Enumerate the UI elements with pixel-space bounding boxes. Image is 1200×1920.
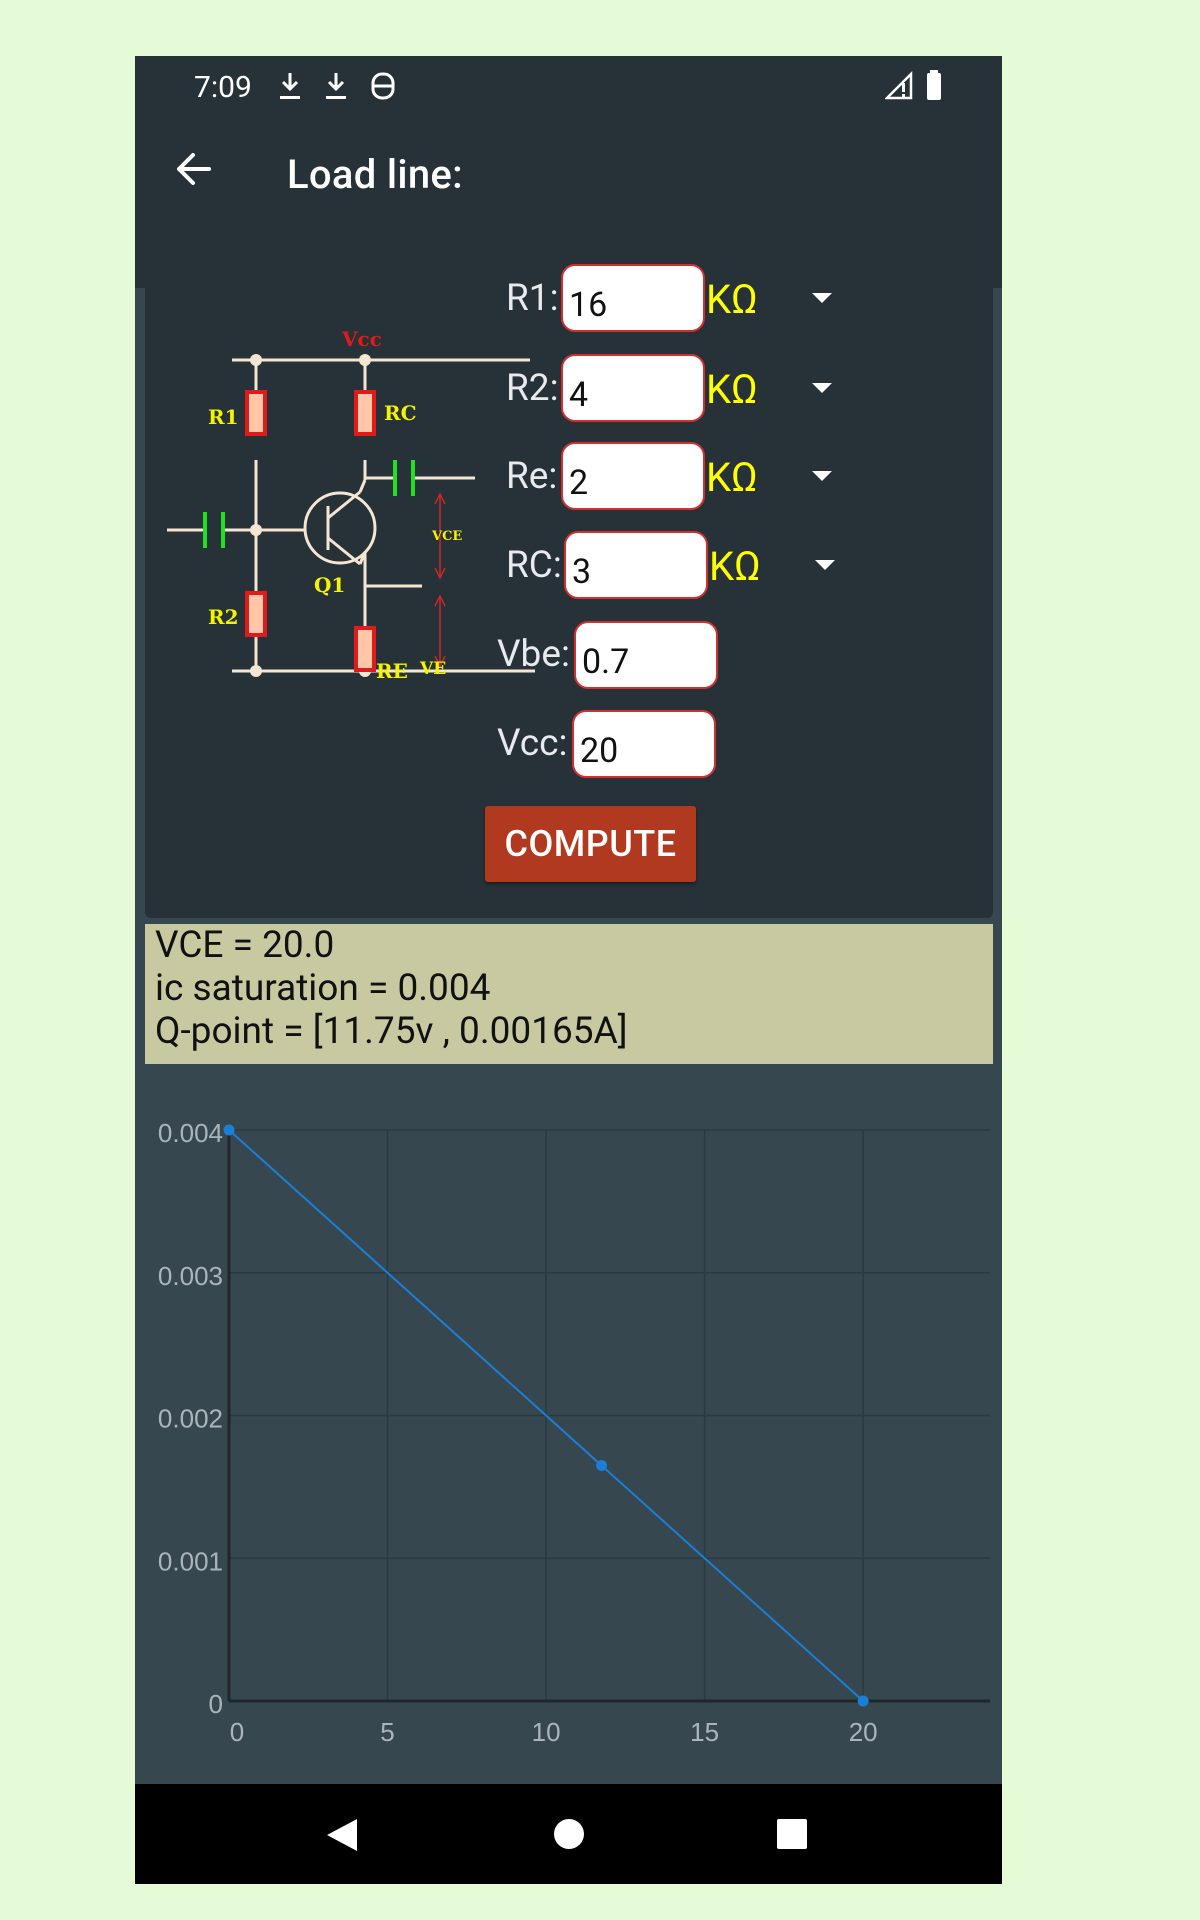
- y-tick-label: 0.003: [158, 1261, 223, 1291]
- r1-label: R1: [208, 405, 239, 429]
- data-point: [223, 1124, 235, 1136]
- data-point: [596, 1459, 608, 1471]
- nav-recents-icon[interactable]: [776, 1818, 808, 1850]
- y-tick-label: 0.001: [158, 1546, 223, 1576]
- x-tick-label: 5: [380, 1717, 394, 1747]
- y-tick-label: 0.002: [158, 1404, 223, 1434]
- r1-input[interactable]: [561, 264, 705, 332]
- input-panel: Vcc R1 R2 RC RE Q1 VCE VE R1: KΩ R2: KΩ …: [145, 243, 993, 918]
- result-vce: VCE = 20.0: [155, 924, 335, 967]
- vbe-label-text: Vbe:: [497, 633, 570, 676]
- rc-resistor: [354, 390, 376, 436]
- r2-resistor: [245, 591, 267, 637]
- result-ic-saturation: ic saturation = 0.004: [155, 967, 491, 1010]
- r1-resistor: [245, 390, 267, 436]
- re-unit-dropdown-icon[interactable]: [812, 471, 832, 481]
- phone-screen: 7:09 Load line: Vcc R1 R2 RC RE Q1 VCE V…: [135, 56, 1002, 1884]
- vce-label: VCE: [431, 529, 462, 544]
- circuit-diagram: Vcc R1 R2 RC RE Q1 VCE VE: [167, 327, 535, 683]
- re-label: RE: [376, 659, 408, 683]
- nav-back-icon[interactable]: [325, 1817, 359, 1853]
- r1-label-text: R1:: [506, 277, 559, 320]
- q1-label: Q1: [314, 573, 345, 597]
- y-tick-label: 0.004: [158, 1118, 223, 1148]
- x-tick-label: 15: [690, 1717, 719, 1747]
- x-tick-label: 10: [532, 1717, 561, 1747]
- signal-icon: [885, 70, 913, 100]
- status-bar: 7:09: [135, 56, 1002, 118]
- data-point: [857, 1695, 869, 1707]
- y-tick-label: 0: [209, 1689, 223, 1719]
- vbe-input[interactable]: [574, 621, 718, 689]
- result-q-point: Q-point = [11.75v , 0.00165A]: [155, 1010, 628, 1053]
- r1-unit: KΩ: [706, 276, 758, 323]
- re-resistor: [354, 626, 376, 672]
- rc-label: RC: [384, 401, 417, 425]
- r2-input[interactable]: [561, 354, 705, 422]
- rc-input[interactable]: [564, 531, 708, 599]
- re-unit: KΩ: [706, 454, 758, 501]
- rc-unit: KΩ: [709, 543, 761, 590]
- vcc-label: Vcc: [341, 327, 382, 351]
- navigation-bar: [135, 1784, 1002, 1884]
- r1-unit-dropdown-icon[interactable]: [812, 293, 832, 303]
- download-icon: [326, 73, 346, 99]
- re-label-text: Re:: [506, 455, 558, 498]
- page-title: Load line:: [287, 151, 463, 198]
- app-notification-icon: [371, 72, 395, 100]
- x-tick-label: 20: [849, 1717, 878, 1747]
- download-icon: [280, 73, 300, 99]
- r2-unit: KΩ: [706, 366, 758, 413]
- battery-icon: [927, 70, 941, 100]
- back-arrow-icon[interactable]: [173, 149, 213, 189]
- status-time: 7:09: [194, 70, 252, 105]
- r2-unit-dropdown-icon[interactable]: [812, 383, 832, 393]
- x-tick-label: 0: [230, 1717, 244, 1747]
- nav-home-icon[interactable]: [552, 1817, 586, 1851]
- vcc-label-text: Vcc:: [497, 722, 568, 765]
- results-panel: VCE = 20.0 ic saturation = 0.004 Q-point…: [145, 924, 993, 1064]
- rc-label-text: RC:: [506, 544, 562, 587]
- r2-label-text: R2:: [506, 367, 559, 410]
- load-line-chart: 0 5 10 15 20 0 0.001 0.002 0.003 0.004: [158, 1118, 990, 1747]
- ve-label: VE: [419, 659, 446, 679]
- r2-label: R2: [208, 605, 239, 629]
- compute-button[interactable]: COMPUTE: [485, 806, 696, 882]
- re-input[interactable]: [561, 442, 705, 510]
- vcc-input[interactable]: [572, 710, 716, 778]
- rc-unit-dropdown-icon[interactable]: [815, 560, 835, 570]
